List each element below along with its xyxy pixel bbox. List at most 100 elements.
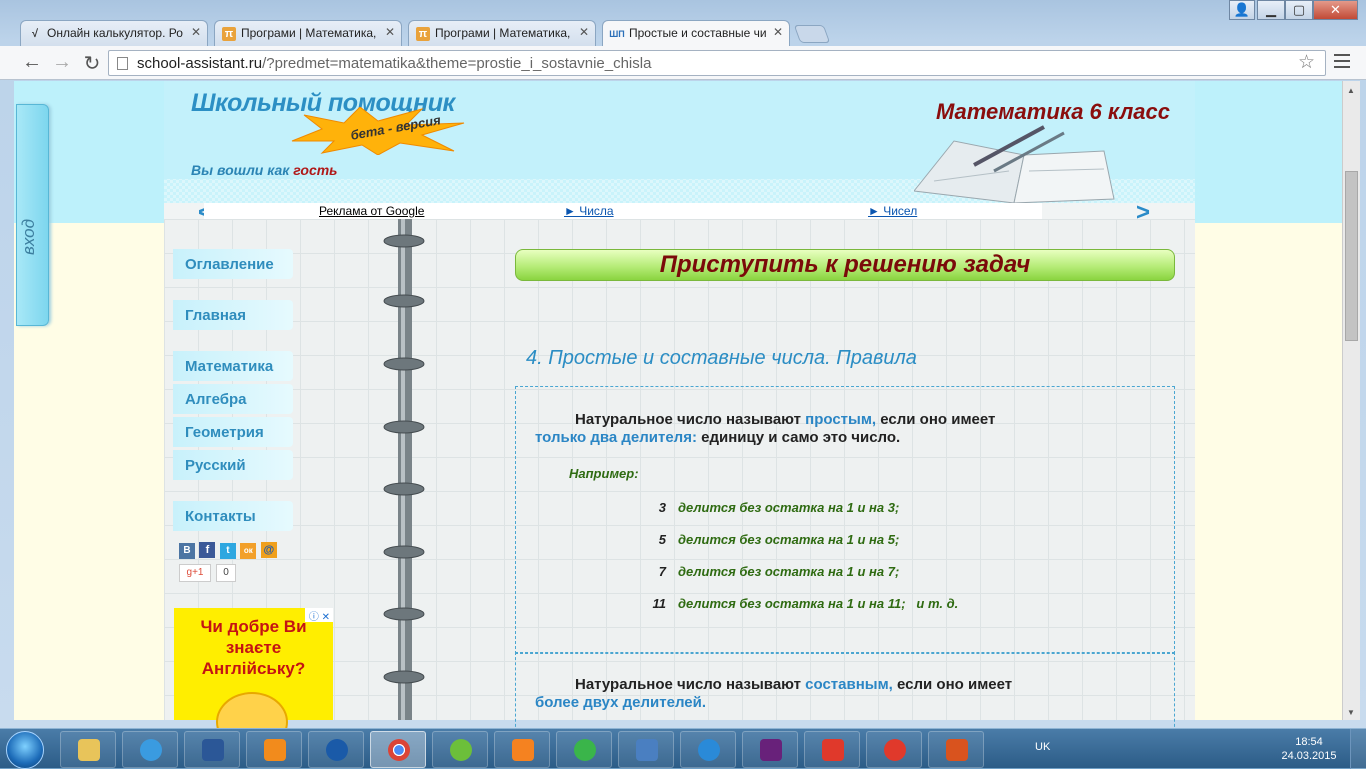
language-indicator[interactable]: UK [1035, 741, 1050, 753]
ad-info-close-icon[interactable]: ⓘ ✕ [305, 608, 333, 623]
tab-prime-numbers[interactable]: ШП Простые и составные чи ✕ [602, 20, 790, 46]
example-label: Например: [569, 466, 639, 481]
explorer-taskbar-button[interactable] [60, 731, 116, 768]
scroll-up-icon[interactable]: ▲ [1347, 86, 1355, 95]
scroll-down-icon[interactable]: ▼ [1347, 708, 1355, 717]
ad-link-numbers[interactable]: ► Числа [564, 204, 614, 218]
ie-taskbar-button[interactable] [122, 731, 178, 768]
odnoklassniki-icon[interactable]: ок [240, 543, 257, 559]
word-icon [202, 739, 224, 761]
vs-taskbar-button[interactable] [742, 731, 798, 768]
tab-strip: √ Онлайн калькулятор. Ро ✕ π Програми | … [0, 0, 1366, 46]
close-tab-icon[interactable]: ✕ [385, 25, 395, 39]
app3-taskbar-button[interactable] [928, 731, 984, 768]
app-taskbar-button[interactable] [432, 731, 488, 768]
content-area: Оглавление Главная Математика Алгебра Ге… [164, 219, 1195, 752]
sidebar-item-algebra[interactable]: Алгебра [173, 384, 293, 414]
minimize-button[interactable]: ▁ [1257, 0, 1285, 20]
google-plus-count: 0 [216, 564, 236, 582]
maximize-button[interactable]: ▢ [1285, 0, 1313, 20]
composite-rule-line1: Натуральное число называют составным, ес… [575, 676, 1013, 693]
mailru-taskbar-button[interactable] [556, 731, 612, 768]
tab-favicon: π [222, 27, 236, 41]
chrome-taskbar-button[interactable] [370, 731, 426, 768]
sidebar-item-math[interactable]: Математика [173, 351, 293, 381]
close-tab-icon[interactable]: ✕ [773, 25, 783, 39]
show-desktop-button[interactable] [1350, 729, 1366, 769]
google-plus-button[interactable]: g+1 [179, 564, 211, 582]
mailru-icon[interactable]: @ [260, 542, 277, 558]
forward-arrow-icon[interactable]: → [50, 51, 74, 74]
tab-calculator[interactable]: √ Онлайн калькулятор. Ро ✕ [20, 20, 208, 46]
url-host: school-assistant.ru [137, 55, 263, 72]
media-taskbar-button[interactable] [246, 731, 302, 768]
mail-taskbar-button[interactable] [308, 731, 364, 768]
clock[interactable]: 18:54 24.03.2015 [1278, 735, 1340, 763]
menu-icon[interactable] [1334, 54, 1350, 72]
composite-rule-box: Натуральное число называют составным, ес… [515, 652, 1175, 732]
scrollbar-thumb[interactable] [1345, 171, 1358, 341]
close-tab-icon[interactable]: ✕ [191, 25, 201, 39]
media-player-icon [264, 739, 286, 761]
example-row: 11 делится без остатка на 1 и на 11; и т.… [652, 596, 959, 611]
system-tray: UK [1030, 729, 1260, 769]
odnoklassniki-icon [512, 739, 534, 761]
page-title: 4. Простые и составные числа. Правила [526, 347, 917, 369]
vertical-scrollbar[interactable]: ▲ ▼ [1342, 81, 1360, 720]
new-tab-button[interactable] [793, 25, 831, 43]
url-path: /?predmet=matematika&theme=prostie_i_sos… [262, 55, 652, 72]
logged-prefix: Вы вошли как [191, 162, 290, 178]
sidebar-item-home[interactable]: Главная [173, 300, 293, 330]
yandex-browser-taskbar-button[interactable] [866, 731, 922, 768]
mail-agent-icon [326, 739, 348, 761]
clock-date: 24.03.2015 [1281, 750, 1337, 762]
facebook-icon[interactable]: f [199, 542, 216, 558]
visual-studio-icon [760, 739, 782, 761]
site-container: Школьный помощник бета - версия Вы вошли… [164, 81, 1195, 752]
globe-icon [698, 739, 720, 761]
tab-favicon: π [416, 27, 430, 41]
close-window-button[interactable]: ✕ [1313, 0, 1358, 20]
ad-link-numbers-2[interactable]: ► Чисел [868, 204, 917, 218]
tab-programs-1[interactable]: π Програми | Математика, ✕ [214, 20, 402, 46]
close-tab-icon[interactable]: ✕ [579, 25, 589, 39]
yandex-taskbar-button[interactable] [804, 731, 860, 768]
tab-favicon: ШП [609, 29, 625, 39]
book-illustration [914, 125, 1115, 203]
bookmark-star-icon[interactable]: ☆ [1298, 51, 1315, 74]
tab-favicon: √ [31, 28, 39, 40]
reload-icon[interactable]: ↻ [80, 51, 104, 76]
side-advertisement[interactable]: Чи добре Ви знаєте Англійську? ⓘ ✕ [174, 608, 333, 752]
notebook-spiral [383, 219, 425, 720]
clock-time: 18:54 [1295, 736, 1323, 748]
tab-programs-2[interactable]: π Програми | Математика, ✕ [408, 20, 596, 46]
ads-by-google[interactable]: Реклама от Google [319, 204, 424, 218]
sidebar-item-contents[interactable]: Оглавление [173, 249, 293, 279]
twitter-icon[interactable]: t [219, 543, 236, 559]
start-solving-button[interactable]: Приступить к решению задач [515, 249, 1175, 281]
audio-taskbar-button[interactable] [618, 731, 674, 768]
chrome-icon [388, 739, 410, 761]
login-side-tab[interactable]: вход [16, 104, 49, 326]
app3-icon [946, 739, 968, 761]
example-row: 7 делится без остатка на 1 и на 7; [658, 564, 900, 579]
address-bar[interactable]: school-assistant.ru/?predmet=matematika&… [108, 50, 1326, 76]
person-icon[interactable]: 👤 [1229, 0, 1255, 20]
logged-in-status: Вы вошли как гость [191, 162, 338, 178]
sidebar-item-russian[interactable]: Русский [173, 450, 293, 480]
vk-icon[interactable]: В [179, 543, 195, 559]
back-arrow-icon[interactable]: ← [20, 51, 44, 74]
internet-explorer-icon [140, 739, 162, 761]
sidebar-item-contacts[interactable]: Контакты [173, 501, 293, 531]
app2-taskbar-button[interactable] [680, 731, 736, 768]
word-taskbar-button[interactable] [184, 731, 240, 768]
sidebar-item-geometry[interactable]: Геометрия [173, 417, 293, 447]
start-button[interactable] [6, 731, 44, 769]
logged-user: гость [293, 162, 338, 178]
example-row: 3 делится без остатка на 1 и на 3; [658, 500, 900, 515]
example-row: 5 делится без остатка на 1 и на 5; [658, 532, 900, 547]
ad-links-bar: Реклама от Google ► Числа ► Чисел [204, 203, 1042, 219]
social-share-bar: В f t ок @ [179, 540, 277, 559]
ok-taskbar-button[interactable] [494, 731, 550, 768]
ad-text: Чи добре Ви знаєте Англійську? [200, 617, 307, 678]
